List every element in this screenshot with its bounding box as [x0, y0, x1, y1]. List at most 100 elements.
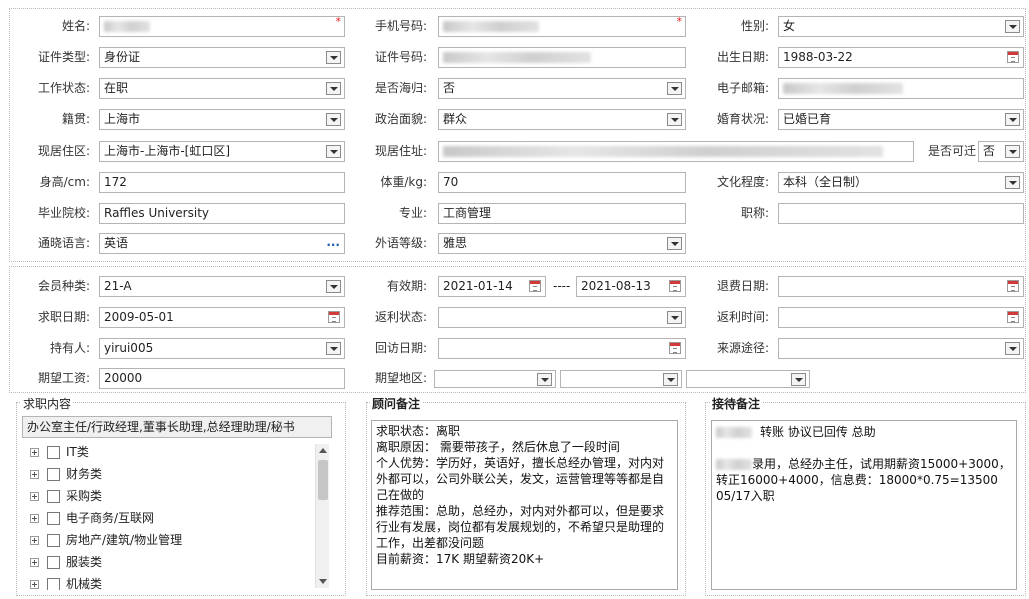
chevron-down-icon[interactable]: [1005, 342, 1020, 355]
address-field[interactable]: [438, 141, 914, 162]
name-field[interactable]: *: [99, 16, 345, 37]
chevron-down-icon[interactable]: [667, 237, 682, 250]
plus-expander-icon[interactable]: [30, 448, 39, 457]
source-select[interactable]: [778, 338, 1024, 359]
school-label: 毕业院校:: [37, 206, 90, 220]
checkbox-icon[interactable]: [47, 490, 60, 503]
plus-expander-icon[interactable]: [30, 536, 39, 545]
chevron-down-icon[interactable]: [1005, 20, 1020, 33]
calendar-icon[interactable]: [1007, 280, 1019, 292]
job-intent-summary[interactable]: 办公室主任/行政经理,董事长助理,总经理助理/秘书: [22, 416, 332, 438]
note-line: 求职状态：离职: [376, 424, 461, 438]
tree-item[interactable]: 财务类: [30, 464, 102, 484]
tree-scrollbar[interactable]: [315, 444, 329, 588]
email-label: 电子邮箱:: [716, 81, 769, 95]
more-options-icon[interactable]: ...: [326, 234, 340, 251]
calendar-icon[interactable]: [529, 280, 541, 292]
plus-expander-icon[interactable]: [30, 580, 39, 589]
consultant-notes-title: 顾问备注: [370, 396, 423, 412]
chevron-down-icon[interactable]: [326, 280, 341, 293]
scroll-down-icon[interactable]: [319, 579, 327, 584]
title-field[interactable]: [778, 203, 1024, 224]
note-line: 离职原因： 需要带孩子，然后休息了一段时间: [376, 440, 620, 454]
calendar-icon[interactable]: [328, 311, 340, 323]
calendar-icon[interactable]: [669, 342, 681, 354]
height-label: 身高/cm:: [39, 175, 90, 189]
returnee-select[interactable]: 否: [438, 78, 686, 99]
gender-select[interactable]: 女: [778, 16, 1024, 37]
refund-date-field[interactable]: [778, 276, 1024, 297]
checkbox-icon[interactable]: [47, 512, 60, 525]
chevron-down-icon[interactable]: [326, 342, 341, 355]
chevron-down-icon[interactable]: [667, 311, 682, 324]
jobseek-date-field[interactable]: 2009-05-01: [99, 307, 345, 328]
valid-from-field[interactable]: 2021-01-14: [438, 276, 546, 297]
region-province-select[interactable]: [434, 370, 556, 388]
checkbox-icon[interactable]: [47, 578, 60, 590]
native-place-select[interactable]: 上海市: [99, 109, 345, 130]
scroll-thumb[interactable]: [318, 460, 328, 500]
plus-expander-icon[interactable]: [30, 470, 39, 479]
chevron-down-icon[interactable]: [537, 373, 552, 386]
birth-date-field[interactable]: 1988-03-22: [778, 47, 1024, 68]
marital-select[interactable]: 已婚已育: [778, 109, 1024, 130]
relocate-select[interactable]: 否: [978, 141, 1024, 162]
chevron-down-icon[interactable]: [667, 113, 682, 126]
residence-area-select[interactable]: 上海市-上海市-[虹口区]: [99, 141, 345, 162]
rebate-status-select[interactable]: [438, 307, 686, 328]
tree-item[interactable]: 采购类: [30, 486, 102, 506]
salary-field[interactable]: 20000: [99, 368, 345, 389]
idno-field[interactable]: [438, 47, 686, 68]
marital-label: 婚育状况:: [716, 112, 769, 126]
member-type-select[interactable]: 21-A: [99, 276, 345, 297]
chevron-down-icon[interactable]: [791, 373, 806, 386]
tree-item[interactable]: IT类: [30, 442, 89, 462]
tree-item[interactable]: 房地产/建筑/物业管理: [30, 530, 182, 550]
tree-item[interactable]: 机械类: [30, 574, 102, 590]
chevron-down-icon[interactable]: [1005, 176, 1020, 189]
visit-date-field[interactable]: [438, 338, 686, 359]
rebate-time-field[interactable]: [778, 307, 1024, 328]
chevron-down-icon[interactable]: [326, 51, 341, 64]
education-select[interactable]: 本科（全日制）: [778, 172, 1024, 193]
chevron-down-icon[interactable]: [663, 373, 678, 386]
scroll-up-icon[interactable]: [319, 448, 327, 453]
phone-field[interactable]: *: [438, 16, 686, 37]
chevron-down-icon[interactable]: [1005, 113, 1020, 126]
calendar-icon[interactable]: [1007, 51, 1019, 63]
email-field[interactable]: [778, 78, 1024, 99]
chevron-down-icon[interactable]: [1005, 145, 1020, 158]
valid-to-field[interactable]: 2021-08-13: [576, 276, 686, 297]
reception-notes-textarea[interactable]: 转账 协议已回传 总助 录用，总经办主任，试用期薪资15000+3000，转正1…: [711, 420, 1017, 590]
height-field[interactable]: 172: [99, 172, 345, 193]
tree-item[interactable]: 服装类: [30, 552, 102, 572]
checkbox-icon[interactable]: [47, 534, 60, 547]
plus-expander-icon[interactable]: [30, 558, 39, 567]
tree-item[interactable]: 电子商务/互联网: [30, 508, 154, 528]
address-label: 现居住址:: [374, 144, 427, 158]
consultant-notes-textarea[interactable]: 求职状态：离职 离职原因： 需要带孩子，然后休息了一段时间 个人优势：学历好，英…: [371, 420, 678, 590]
chevron-down-icon[interactable]: [667, 82, 682, 95]
checkbox-icon[interactable]: [47, 556, 60, 569]
checkbox-icon[interactable]: [47, 446, 60, 459]
chevron-down-icon[interactable]: [326, 82, 341, 95]
political-select[interactable]: 群众: [438, 109, 686, 130]
language-level-select[interactable]: 雅思: [438, 233, 686, 254]
plus-expander-icon[interactable]: [30, 492, 39, 501]
region-city-select[interactable]: [560, 370, 682, 388]
calendar-icon[interactable]: [1007, 311, 1019, 323]
checkbox-icon[interactable]: [47, 468, 60, 481]
holder-select[interactable]: yirui005: [99, 338, 345, 359]
work-status-select[interactable]: 在职: [99, 78, 345, 99]
chevron-down-icon[interactable]: [326, 113, 341, 126]
plus-expander-icon[interactable]: [30, 514, 39, 523]
weight-field[interactable]: 70: [438, 172, 686, 193]
region-district-select[interactable]: [686, 370, 810, 388]
phone-redacted: [443, 21, 539, 32]
calendar-icon[interactable]: [669, 280, 681, 292]
language-field[interactable]: 英语 ...: [99, 233, 345, 254]
chevron-down-icon[interactable]: [326, 145, 341, 158]
idtype-select[interactable]: 身份证: [99, 47, 345, 68]
school-field[interactable]: Raffles University: [99, 203, 345, 224]
major-field[interactable]: 工商管理: [438, 203, 686, 224]
